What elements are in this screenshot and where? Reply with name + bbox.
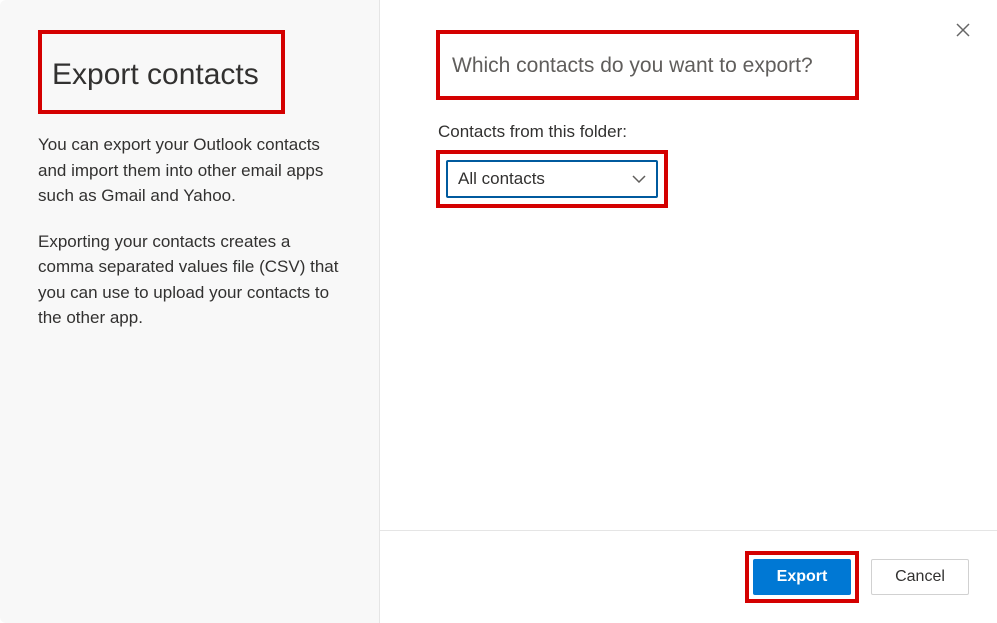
form-content: Which contacts do you want to export? Co… (380, 0, 997, 530)
chevron-down-icon (632, 175, 646, 183)
dialog-footer: Export Cancel (380, 530, 997, 623)
description-1: You can export your Outlook contacts and… (38, 132, 341, 209)
export-highlight: Export (745, 551, 859, 603)
question-highlight: Which contacts do you want to export? (436, 30, 859, 100)
folder-select[interactable]: All contacts (446, 160, 658, 198)
close-icon (956, 23, 970, 37)
folder-label: Contacts from this folder: (438, 122, 941, 142)
left-info-pane: Export contacts You can export your Outl… (0, 0, 380, 623)
description-2: Exporting your contacts creates a comma … (38, 229, 341, 331)
title-highlight: Export contacts (38, 30, 285, 114)
dialog-title: Export contacts (52, 58, 259, 92)
cancel-button[interactable]: Cancel (871, 559, 969, 595)
question-text: Which contacts do you want to export? (452, 54, 813, 77)
select-highlight: All contacts (436, 150, 668, 208)
export-contacts-dialog: Export contacts You can export your Outl… (0, 0, 997, 623)
right-form-pane: Which contacts do you want to export? Co… (380, 0, 997, 623)
folder-select-value: All contacts (458, 169, 545, 189)
close-button[interactable] (951, 18, 975, 42)
export-button[interactable]: Export (753, 559, 851, 595)
